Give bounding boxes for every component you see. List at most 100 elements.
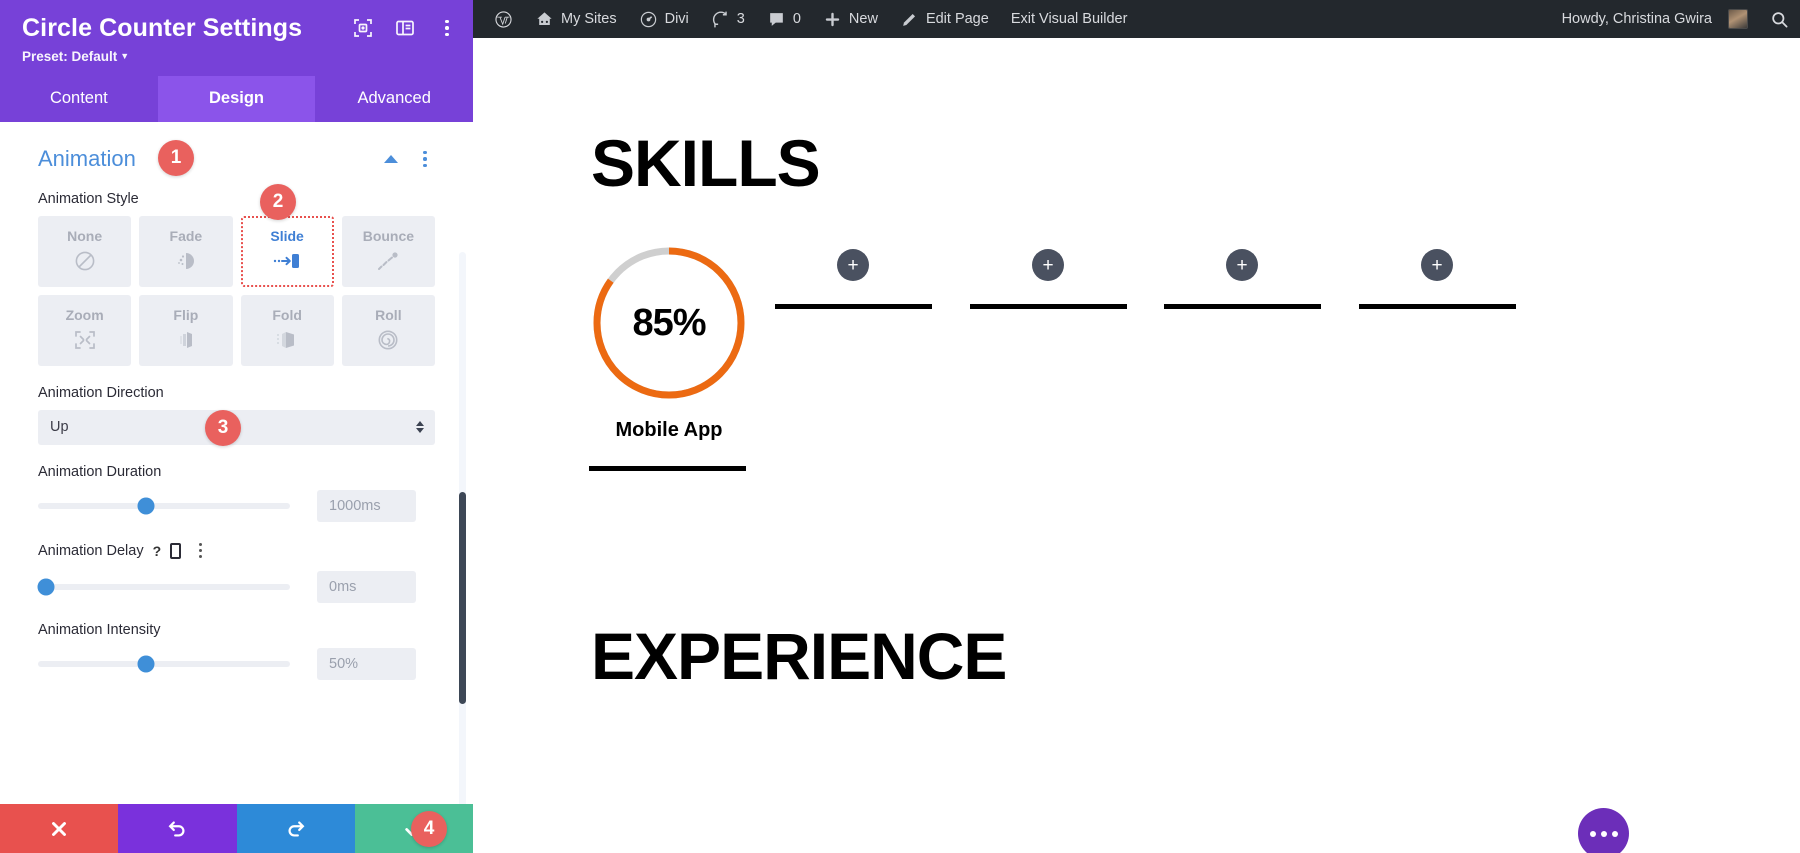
section-tools: [384, 149, 435, 169]
divider-line: [1359, 304, 1516, 309]
settings-form: Animation Animation Style None: [0, 122, 473, 680]
option-label: None: [67, 228, 102, 244]
page-title: SKILLS: [591, 125, 820, 201]
admin-bar-comments[interactable]: 0: [756, 0, 812, 38]
animation-delay-row: 0ms: [38, 571, 435, 603]
bounce-icon: [375, 248, 401, 274]
callout-badge-3: 3: [205, 410, 241, 446]
animation-option-none[interactable]: None: [38, 216, 131, 287]
slider-knob[interactable]: [138, 497, 155, 514]
add-module-slot-2: +: [970, 249, 1064, 281]
admin-bar-account[interactable]: Howdy, Christina Gwira: [1551, 0, 1759, 38]
circle-counter-percent: 85%: [589, 243, 749, 403]
section-title-experience: EXPERIENCE: [591, 618, 1006, 694]
animation-option-roll[interactable]: Roll: [342, 295, 435, 366]
animation-option-bounce[interactable]: Bounce: [342, 216, 435, 287]
avatar: [1728, 9, 1748, 29]
animation-delay-slider[interactable]: [38, 584, 290, 590]
more-vertical-icon[interactable]: [190, 541, 210, 561]
wordpress-logo-icon: [494, 10, 513, 29]
comments-bubble-icon: [767, 10, 786, 29]
slider-knob[interactable]: [37, 578, 54, 595]
redo-button[interactable]: [237, 804, 355, 853]
slider-knob[interactable]: [138, 655, 155, 672]
responsive-phone-icon[interactable]: [170, 543, 181, 559]
fold-icon: [274, 327, 300, 353]
module-settings-panel: Circle Counter Settings Preset: Default▼: [0, 0, 473, 853]
help-icon[interactable]: ?: [153, 543, 162, 559]
tab-design[interactable]: Design: [158, 76, 316, 122]
updates-refresh-icon: [711, 10, 730, 29]
admin-bar-wordpress-logo[interactable]: [483, 0, 524, 38]
animation-option-fade[interactable]: Fade: [139, 216, 232, 287]
admin-bar-divi[interactable]: Divi: [628, 0, 700, 38]
preset-selector[interactable]: Preset: Default▼: [22, 49, 451, 64]
add-module-button[interactable]: +: [1226, 249, 1258, 281]
animation-duration-slider[interactable]: [38, 503, 290, 509]
admin-bar-updates[interactable]: 3: [700, 0, 756, 38]
option-label: Slide: [270, 228, 303, 244]
animation-style-label: Animation Style: [38, 191, 435, 207]
option-label: Fold: [272, 307, 302, 323]
admin-bar-search[interactable]: [1759, 0, 1800, 38]
more-vertical-icon[interactable]: [437, 18, 457, 38]
cancel-button[interactable]: [0, 804, 118, 853]
admin-bar-my-sites[interactable]: My Sites: [524, 0, 628, 38]
animation-option-zoom[interactable]: Zoom: [38, 295, 131, 366]
wordpress-admin-bar: My Sites Divi 3 0 New Edit Page: [473, 0, 1800, 38]
animation-duration-value[interactable]: 1000ms: [317, 490, 416, 522]
greeting-text: Howdy, Christina Gwira: [1562, 11, 1712, 27]
zoom-arrows-icon: [72, 327, 98, 353]
circle-counter-module[interactable]: 85% Mobile App: [589, 243, 749, 442]
panel-scrollbar-thumb[interactable]: [459, 492, 466, 704]
animation-duration-row: 1000ms: [38, 490, 435, 522]
callout-badge-4: 4: [411, 811, 447, 847]
animation-option-flip[interactable]: Flip: [139, 295, 232, 366]
section-title: Animation: [38, 146, 136, 172]
save-button[interactable]: 4: [355, 804, 473, 853]
animation-intensity-row: 50%: [38, 648, 435, 680]
animation-delay-label: Animation Delay ?: [38, 541, 435, 561]
option-label: Zoom: [66, 307, 104, 323]
animation-duration-label: Animation Duration: [38, 464, 435, 480]
admin-bar-right: Howdy, Christina Gwira: [1551, 0, 1800, 38]
admin-bar-new[interactable]: New: [812, 0, 889, 38]
option-label: Fade: [170, 228, 203, 244]
tab-advanced[interactable]: Advanced: [315, 76, 473, 122]
sites-house-icon: [535, 10, 554, 29]
visual-builder-area: My Sites Divi 3 0 New Edit Page: [473, 0, 1800, 853]
add-module-button[interactable]: +: [1032, 249, 1064, 281]
animation-intensity-value[interactable]: 50%: [317, 648, 416, 680]
add-module-button[interactable]: +: [1421, 249, 1453, 281]
spiral-icon: [376, 327, 400, 353]
animation-intensity-slider[interactable]: [38, 661, 290, 667]
chevron-up-icon[interactable]: [384, 155, 398, 163]
panel-header-icons: [353, 18, 457, 38]
animation-option-slide[interactable]: Slide: [241, 216, 334, 287]
more-vertical-icon[interactable]: [415, 149, 435, 169]
animation-option-fold[interactable]: Fold: [241, 295, 334, 366]
admin-bar-label: Edit Page: [926, 11, 989, 27]
divider-line-counter: [589, 466, 746, 471]
panel-action-bar: 4: [0, 804, 473, 853]
builder-menu-fab[interactable]: [1578, 808, 1629, 853]
animation-delay-value[interactable]: 0ms: [317, 571, 416, 603]
callout-badge-1: 1: [158, 140, 194, 176]
focus-icon[interactable]: [353, 18, 373, 38]
callout-badge-2: 2: [260, 184, 296, 220]
layout-panel-icon[interactable]: [395, 18, 415, 38]
admin-bar-label: New: [849, 11, 878, 27]
admin-bar-exit-visual-builder[interactable]: Exit Visual Builder: [1000, 0, 1139, 38]
add-module-slot-1: +: [775, 249, 869, 281]
admin-bar-edit-page[interactable]: Edit Page: [889, 0, 1000, 38]
add-module-button[interactable]: +: [837, 249, 869, 281]
flip-icon: [174, 327, 198, 353]
preset-label: Preset: Default: [22, 49, 117, 64]
more-horizontal-icon: [1590, 831, 1596, 837]
circle-counter-caption: Mobile App: [589, 419, 749, 442]
animation-section-header[interactable]: Animation: [38, 122, 435, 172]
undo-button[interactable]: [118, 804, 236, 853]
tab-content[interactable]: Content: [0, 76, 158, 122]
add-module-slot-3: +: [1164, 249, 1258, 281]
slide-icon: [272, 248, 302, 274]
